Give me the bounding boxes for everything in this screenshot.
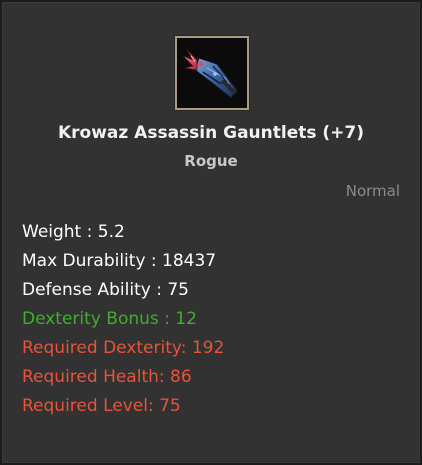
stat-required-health: Required Health: 86 [22, 367, 192, 387]
stat-max-durability: Max Durability : 18437 [22, 251, 217, 271]
item-grade: Normal [345, 182, 400, 200]
stat-list: Weight : 5.2 Max Durability : 18437 Defe… [22, 218, 224, 421]
gauntlet-icon [177, 38, 247, 108]
item-name: Krowaz Assassin Gauntlets (+7) [57, 123, 365, 143]
item-tooltip: Krowaz Assassin Gauntlets (+7) Rogue Nor… [0, 0, 422, 465]
stat-dexterity-bonus: Dexterity Bonus : 12 [22, 309, 197, 329]
stat-required-dexterity: Required Dexterity: 192 [22, 338, 225, 358]
item-icon-frame [175, 36, 249, 110]
stat-weight: Weight : 5.2 [22, 222, 125, 242]
stat-defense-ability: Defense Ability : 75 [22, 280, 189, 300]
stat-required-level: Required Level: 75 [22, 396, 181, 416]
item-class: Rogue [184, 152, 238, 170]
